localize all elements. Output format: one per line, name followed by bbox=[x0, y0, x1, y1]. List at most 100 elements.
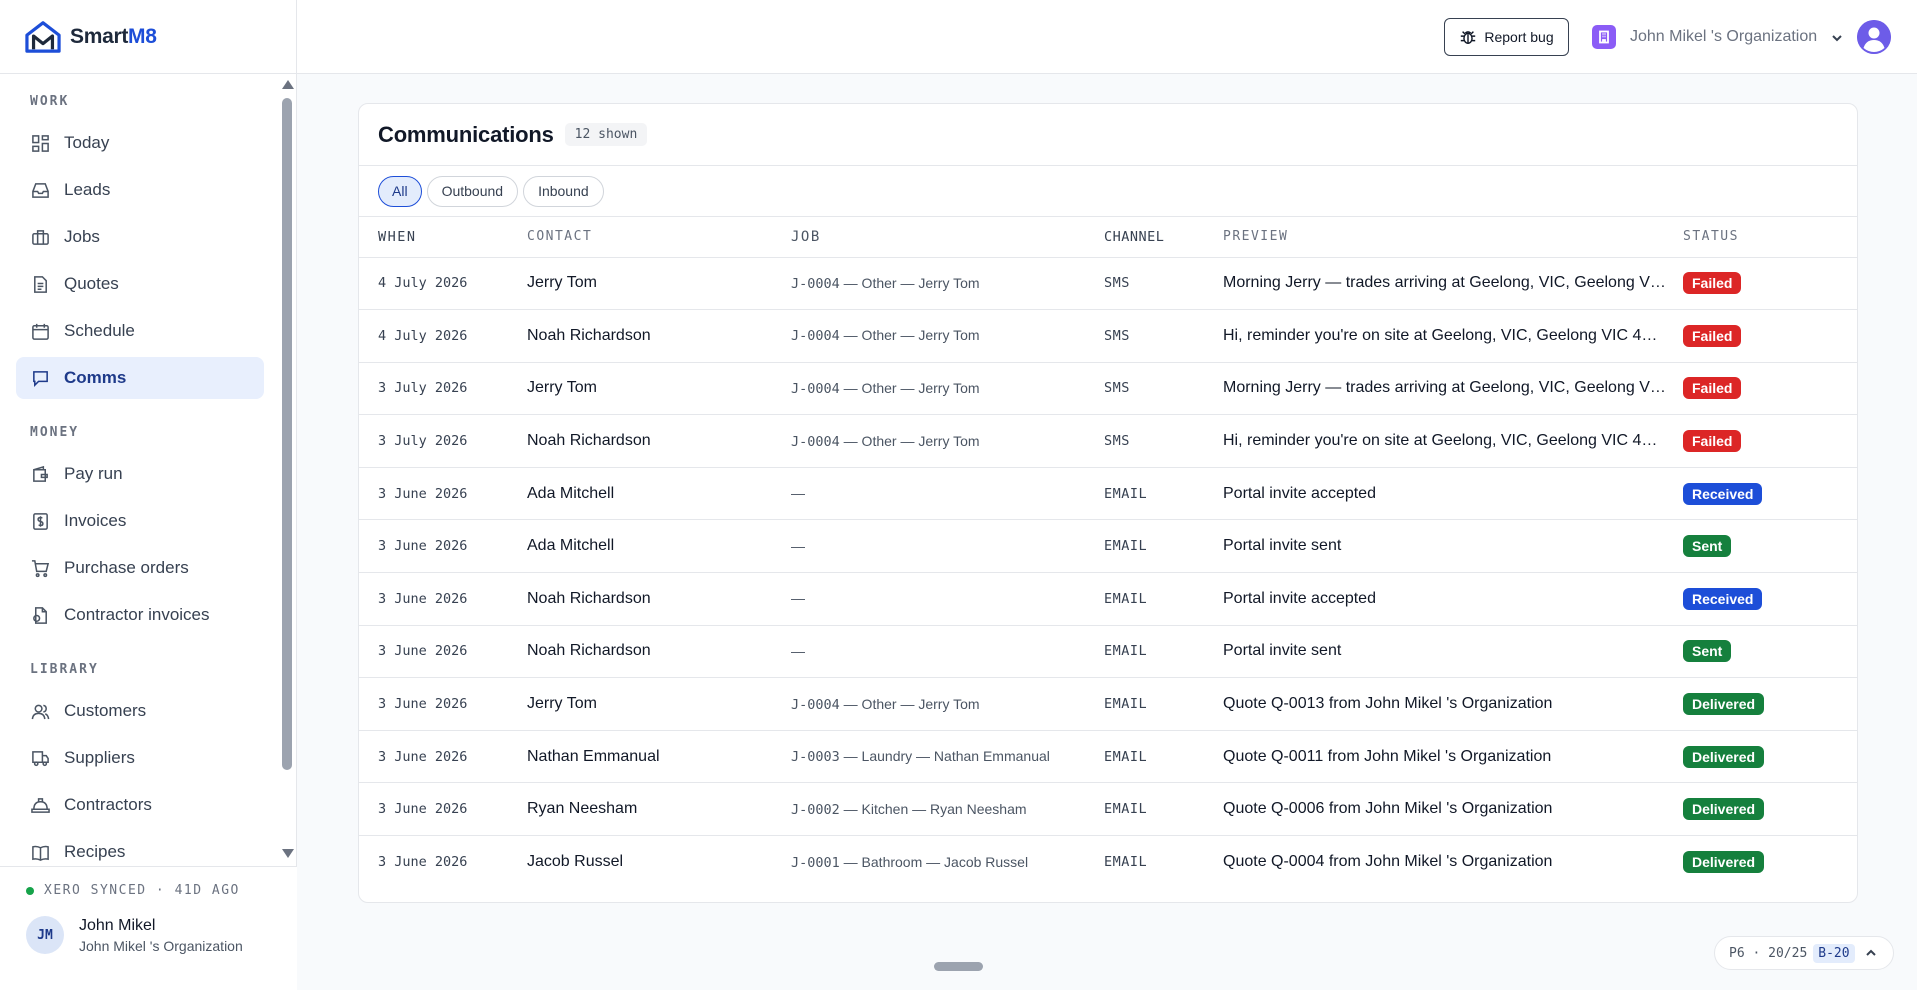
job-description: — Other — Jerry Tom bbox=[839, 274, 980, 291]
cell-contact: Jerry Tom bbox=[527, 257, 791, 311]
brand-logo[interactable]: SmartM8 bbox=[0, 0, 296, 74]
cell-channel: EMAIL bbox=[1104, 519, 1223, 574]
user-profile[interactable]: JM John Mikel John Mikel 's Organization bbox=[0, 898, 297, 954]
sidebar-item-contractors[interactable]: Contractors bbox=[16, 784, 264, 826]
scroll-up-arrow-icon[interactable] bbox=[282, 80, 294, 89]
column-header-status[interactable]: STATUS bbox=[1683, 217, 1857, 258]
report-bug-button[interactable]: Report bug bbox=[1444, 18, 1569, 56]
hardhat-icon bbox=[30, 795, 50, 815]
cell-preview: Morning Jerry — trades arriving at Geelo… bbox=[1223, 362, 1683, 416]
table-row[interactable]: 4 July 2026 Noah Richardson J-0004 — Other… bbox=[359, 309, 1857, 363]
cell-job: J-0004 — Other — Jerry Tom bbox=[791, 309, 1104, 363]
cell-channel: EMAIL bbox=[1104, 572, 1223, 626]
org-switcher[interactable]: John Mikel 's Organization bbox=[1592, 20, 1843, 54]
sidebar-item-customers[interactable]: Customers bbox=[16, 690, 264, 732]
section-heading-money: MONEY bbox=[30, 425, 80, 440]
column-header-contact[interactable]: CONTACT bbox=[527, 217, 791, 258]
cell-preview: Portal invite accepted bbox=[1223, 467, 1683, 521]
cell-channel: EMAIL bbox=[1104, 467, 1223, 521]
status-dot-icon bbox=[26, 886, 34, 895]
preview-text: Quote Q-0013 from John Mikel 's Organiza… bbox=[1223, 695, 1553, 713]
sidebar-item-comms[interactable]: Comms bbox=[16, 357, 264, 399]
cell-contact: Noah Richardson bbox=[527, 309, 791, 363]
filter-inbound[interactable]: Inbound bbox=[523, 175, 604, 207]
brand-name-main: Smart bbox=[70, 24, 129, 48]
cell-channel: SMS bbox=[1104, 414, 1223, 468]
profile-avatar-icon[interactable] bbox=[1857, 20, 1891, 54]
cell-job: J-0001 — Bathroom — Jacob Russel bbox=[791, 836, 1104, 889]
cell-when: 3 June 2026 bbox=[378, 854, 468, 871]
cell-contact: Jerry Tom bbox=[527, 362, 791, 416]
cell-preview: Quote Q-0013 from John Mikel 's Organiza… bbox=[1223, 677, 1683, 731]
cell-status: Failed bbox=[1683, 257, 1857, 311]
sidebar-item-quotes[interactable]: Quotes bbox=[16, 263, 264, 305]
scroll-thumb[interactable] bbox=[282, 98, 292, 770]
filter-outbound[interactable]: Outbound bbox=[426, 175, 519, 207]
page-indicator[interactable]: P6 · 20/25 B-20 bbox=[1714, 936, 1894, 970]
sidebar-item-suppliers[interactable]: Suppliers bbox=[16, 737, 264, 779]
sidebar: SmartM8 WORK Today Leads Jobs Quotes Sch… bbox=[0, 0, 297, 990]
table-row[interactable]: 3 June 2026 Noah Richardson — EMAIL Portal i… bbox=[359, 572, 1857, 626]
brand-name: SmartM8 bbox=[70, 25, 157, 49]
table-row[interactable]: 3 June 2026 Ada Mitchell — EMAIL Portal invi… bbox=[359, 467, 1857, 521]
column-header-channel[interactable]: CHANNEL bbox=[1104, 217, 1223, 258]
cell-contact: Jacob Russel bbox=[527, 853, 624, 871]
sidebar-scrollbar[interactable] bbox=[281, 78, 294, 858]
scroll-down-arrow-icon[interactable] bbox=[282, 849, 294, 858]
sidebar-item-invoices[interactable]: Invoices bbox=[16, 500, 264, 542]
job-code: J-0004 bbox=[791, 380, 840, 397]
cell-contact: Jerry Tom bbox=[527, 677, 791, 731]
table-row[interactable]: 3 June 2026 Ryan Neesham J-0002 — Kitchen … bbox=[359, 782, 1857, 837]
sidebar-item-leads[interactable]: Leads bbox=[16, 169, 264, 211]
bug-icon bbox=[1461, 31, 1476, 45]
cell-job: J-0003 — Laundry — Nathan Emmanual bbox=[791, 730, 1104, 784]
user-name: John Mikel bbox=[79, 916, 156, 934]
drag-handle[interactable] bbox=[934, 962, 983, 971]
table-row[interactable]: 3 July 2026 Noah Richardson J-0004 — Other… bbox=[359, 414, 1857, 468]
sidebar-item-schedule[interactable]: Schedule bbox=[16, 310, 264, 352]
sidebar-item-today[interactable]: Today bbox=[16, 122, 264, 164]
status-badge: Delivered bbox=[1683, 745, 1765, 768]
sidebar-item-label: Contractors bbox=[64, 795, 152, 814]
table-row[interactable]: 3 June 2026 Nathan Emmanual J-0003 — Laund… bbox=[359, 730, 1857, 784]
cell-preview: Quote Q-0011 from John Mikel 's Organiza… bbox=[1223, 730, 1683, 784]
table-row[interactable]: 4 July 2026 Jerry Tom J-0004 — Other — Jer… bbox=[359, 257, 1857, 311]
cell-when: 3 June 2026 bbox=[359, 572, 527, 626]
table-row[interactable]: 3 June 2026 Noah Richardson — EMAIL Portal i… bbox=[359, 625, 1857, 679]
table-row[interactable]: 3 June 2026 Jacob Russel J-0001 — Bathroom… bbox=[359, 836, 1857, 889]
status-badge: Delivered bbox=[1683, 851, 1765, 874]
sidebar-item-label: Quotes bbox=[64, 274, 119, 293]
sidebar-item-purchase-orders[interactable]: Purchase orders bbox=[16, 547, 264, 589]
wallet-icon bbox=[30, 464, 50, 484]
status-badge: Sent bbox=[1683, 640, 1732, 663]
sidebar-item-recipes[interactable]: Recipes bbox=[16, 831, 264, 862]
table-row[interactable]: 3 June 2026 Jerry Tom J-0004 — Other — Jer… bbox=[359, 677, 1857, 731]
status-badge: Received bbox=[1683, 482, 1763, 505]
calendar-icon bbox=[30, 321, 50, 341]
cell-channel: EMAIL bbox=[1104, 782, 1223, 837]
table-row[interactable]: 3 June 2026 Ada Mitchell — EMAIL Portal invi… bbox=[359, 519, 1857, 574]
column-header-when[interactable]: WHEN bbox=[359, 217, 527, 258]
topbar: Report bug John Mikel 's Organization bbox=[297, 0, 1917, 74]
column-header-job[interactable]: JOB bbox=[791, 217, 1104, 258]
filter-all[interactable]: All bbox=[378, 175, 422, 207]
preview-text: Portal invite accepted bbox=[1223, 484, 1376, 502]
card-header: Communications 12 shown bbox=[359, 104, 1857, 166]
sidebar-nav: WORK Today Leads Jobs Quotes Schedule Co… bbox=[0, 76, 280, 862]
column-header-preview[interactable]: PREVIEW bbox=[1223, 217, 1683, 258]
cell-contact: Noah Richardson bbox=[527, 414, 791, 468]
table-row[interactable]: 3 July 2026 Jerry Tom J-0004 — Other — Jer… bbox=[359, 362, 1857, 416]
job-description: — bbox=[791, 485, 805, 502]
job-description: — bbox=[791, 590, 805, 607]
sidebar-item-pay-run[interactable]: Pay run bbox=[16, 453, 264, 495]
cell-contact: Ryan Neesham bbox=[527, 782, 791, 837]
sidebar-item-jobs[interactable]: Jobs bbox=[16, 216, 264, 258]
user-info: John Mikel John Mikel 's Organization bbox=[79, 917, 243, 954]
cell-contact: Ada Mitchell bbox=[527, 467, 791, 521]
cell-preview: Quote Q-0006 from John Mikel 's Organiza… bbox=[1223, 782, 1683, 837]
report-bug-label: Report bug bbox=[1484, 29, 1554, 45]
build-badge: B-20 bbox=[1813, 943, 1855, 963]
cell-job: — bbox=[791, 467, 1104, 521]
org-name: John Mikel 's Organization bbox=[1630, 28, 1818, 45]
sidebar-item-contractor-invoices[interactable]: Contractor invoices bbox=[16, 594, 264, 636]
